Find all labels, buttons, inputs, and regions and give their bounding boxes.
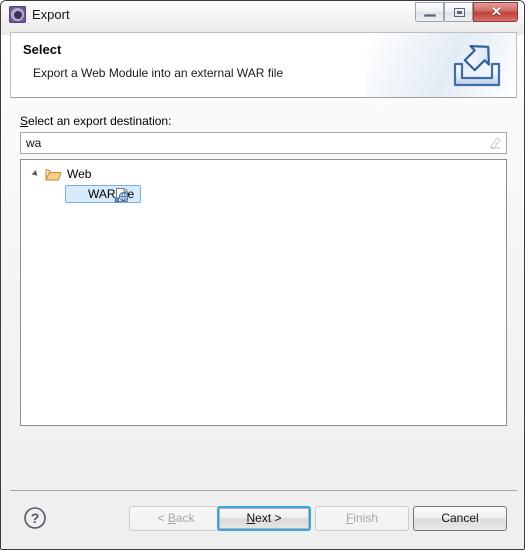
close-icon: ✕ bbox=[491, 4, 502, 19]
open-folder-icon bbox=[45, 169, 62, 181]
eclipse-gear-icon bbox=[9, 6, 26, 23]
back-label-mnemonic: B bbox=[167, 511, 176, 525]
export-dialog: Export ✕ Select Export a Web Module into… bbox=[0, 0, 525, 550]
clear-field-icon[interactable] bbox=[487, 135, 503, 151]
destination-field-wrapper[interactable] bbox=[20, 132, 507, 154]
destination-label-mnemonic: S bbox=[20, 114, 29, 128]
back-label-post: ack bbox=[175, 511, 195, 525]
finish-button[interactable]: Finish bbox=[315, 506, 409, 531]
war-file-icon bbox=[114, 188, 129, 203]
export-arrow-icon bbox=[453, 45, 501, 87]
next-label-mnemonic: N bbox=[246, 511, 256, 525]
tree-node-war-file[interactable]: WAR file bbox=[21, 185, 506, 204]
back-label-pre: < bbox=[157, 511, 168, 525]
svg-text:?: ? bbox=[31, 510, 40, 526]
next-button[interactable]: Next > bbox=[217, 506, 311, 531]
page-subtitle: Export a Web Module into an external WAR… bbox=[33, 66, 284, 80]
tree-node-web[interactable]: Web bbox=[21, 165, 506, 184]
minimize-button[interactable] bbox=[415, 2, 444, 22]
restore-icon bbox=[454, 8, 465, 17]
cancel-label: Cancel bbox=[441, 511, 479, 525]
page-title: Select bbox=[23, 42, 62, 57]
next-label-post: ext > bbox=[255, 511, 282, 525]
destination-label-rest: elect an export destination: bbox=[28, 114, 172, 128]
destination-input[interactable] bbox=[21, 133, 476, 153]
finish-label-post: inish bbox=[353, 511, 379, 525]
chevron-expanded-icon[interactable] bbox=[31, 170, 40, 178]
minimize-icon bbox=[424, 14, 436, 17]
cancel-button[interactable]: Cancel bbox=[413, 506, 507, 531]
maximize-button[interactable] bbox=[444, 2, 473, 22]
destination-label: Select an export destination: bbox=[20, 114, 171, 128]
back-button[interactable]: < Back bbox=[129, 506, 223, 531]
titlebar: Export ✕ bbox=[1, 1, 524, 31]
gear-inner bbox=[13, 10, 22, 19]
close-button[interactable]: ✕ bbox=[473, 2, 518, 22]
tree-node-web-label: Web bbox=[67, 167, 92, 181]
wizard-header: Select Export a Web Module into an exter… bbox=[10, 32, 517, 98]
export-destination-tree[interactable]: Web WAR file bbox=[20, 159, 507, 426]
window-title: Export bbox=[32, 7, 70, 22]
help-question-icon[interactable]: ? bbox=[23, 506, 47, 530]
tree-node-war-file-selection[interactable]: WAR file bbox=[65, 185, 142, 203]
